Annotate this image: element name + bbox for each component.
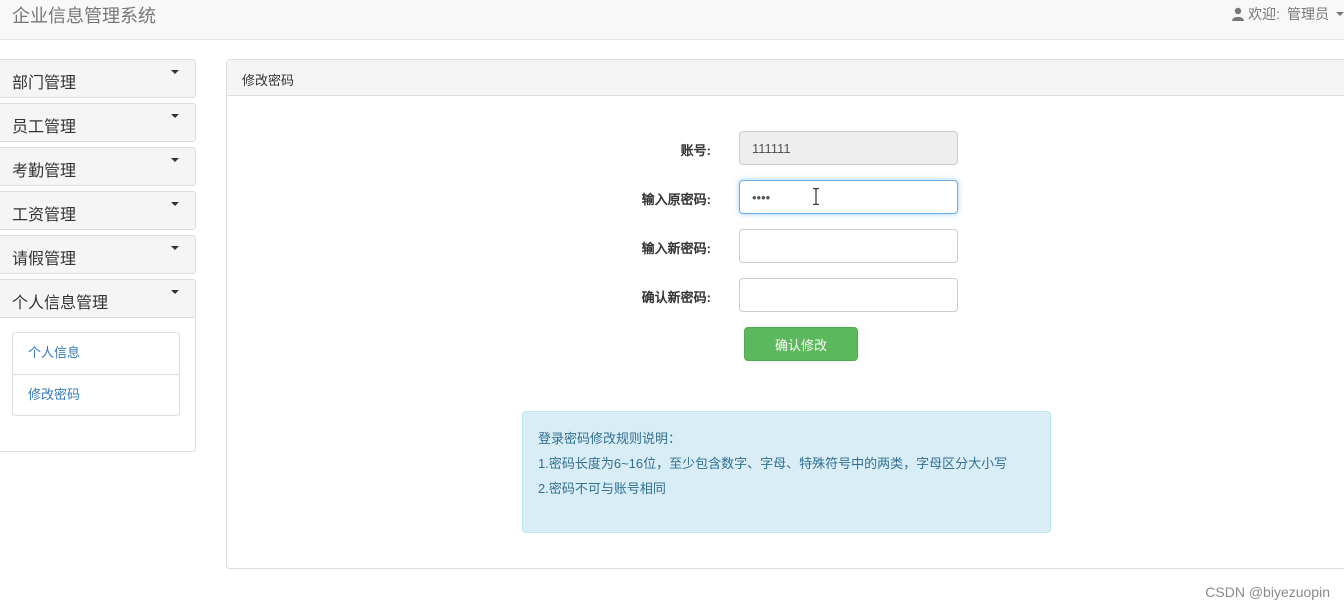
app-brand[interactable]: 企业信息管理系统 <box>12 2 156 28</box>
sidebar-group-salary[interactable]: 工资管理 <box>0 191 196 230</box>
watermark: CSDN @biyezuopin <box>1205 584 1330 600</box>
user-menu[interactable]: 欢迎: 管理员 <box>1231 4 1344 24</box>
top-navbar: 企业信息管理系统 欢迎: 管理员 <box>0 0 1344 40</box>
rules-item: 1.密码长度为6~16位，至少包含数字、字母、特殊符号中的两类，字母区分大小写 <box>538 456 1008 471</box>
change-password-panel: 修改密码 账号: 输入原密码: 输入新密码: 确认新密码: 确认修改 登录密码修… <box>226 59 1344 569</box>
sidebar-group-department[interactable]: 部门管理 <box>0 59 196 98</box>
confirm-password-row: 确认新密码: <box>227 278 1344 312</box>
sidebar-group-label: 个人信息管理 <box>12 295 109 312</box>
caret-down-icon <box>171 114 179 118</box>
account-label: 账号: <box>680 143 711 158</box>
old-password-row: 输入原密码: <box>227 180 1344 214</box>
sidebar-group-label: 部门管理 <box>12 75 77 92</box>
user-icon <box>1232 7 1245 21</box>
old-password-label: 输入原密码: <box>641 192 711 207</box>
caret-down-icon <box>171 202 179 206</box>
new-password-label: 输入新密码: <box>641 241 711 256</box>
submenu-list: 个人信息 修改密码 <box>12 332 180 416</box>
confirm-change-button[interactable]: 确认修改 <box>744 327 858 361</box>
account-row: 账号: <box>227 131 1344 165</box>
sidebar-link-change-password[interactable]: 修改密码 <box>13 374 179 415</box>
sidebar-group-label: 工资管理 <box>12 207 77 224</box>
rules-item: 2.密码不可与账号相同 <box>538 481 666 496</box>
account-field[interactable] <box>739 131 958 165</box>
caret-down-icon <box>171 70 179 74</box>
sidebar-group-label: 员工管理 <box>12 119 77 136</box>
sidebar-link-personal-info[interactable]: 个人信息 <box>13 333 179 374</box>
sidebar-personal-submenu: 个人信息 修改密码 <box>0 318 196 452</box>
caret-down-icon <box>171 290 179 294</box>
old-password-field[interactable] <box>739 180 958 214</box>
password-rules-alert: 登录密码修改规则说明： 1.密码长度为6~16位，至少包含数字、字母、特殊符号中… <box>522 411 1051 533</box>
new-password-row: 输入新密码: <box>227 229 1344 263</box>
caret-down-icon <box>171 246 179 250</box>
new-password-field[interactable] <box>739 229 958 263</box>
username: 管理员 <box>1287 6 1329 22</box>
sidebar-group-attendance[interactable]: 考勤管理 <box>0 147 196 186</box>
sidebar-group-label: 请假管理 <box>12 251 77 268</box>
caret-down-icon <box>1336 12 1344 16</box>
confirm-password-field[interactable] <box>739 278 958 312</box>
sidebar-group-personal[interactable]: 个人信息管理 <box>0 279 196 318</box>
panel-title: 修改密码 <box>227 60 1344 96</box>
welcome-text: 欢迎: <box>1248 6 1280 22</box>
sidebar-group-leave[interactable]: 请假管理 <box>0 235 196 274</box>
confirm-password-label: 确认新密码: <box>641 290 711 305</box>
sidebar-group-employee[interactable]: 员工管理 <box>0 103 196 142</box>
caret-down-icon <box>171 158 179 162</box>
rules-title: 登录密码修改规则说明： <box>538 431 682 446</box>
sidebar-group-label: 考勤管理 <box>12 163 77 180</box>
